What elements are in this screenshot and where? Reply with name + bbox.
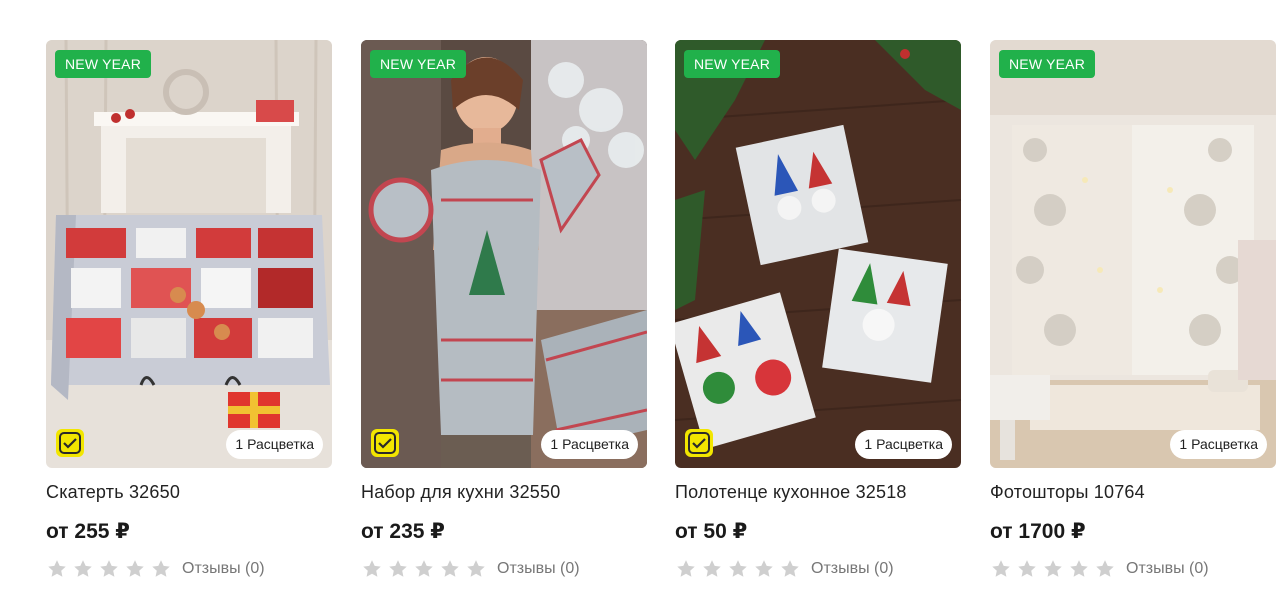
product-card[interactable]: NEW YEAR 1 Расцветка Фотошторы 10764 от … [990,40,1276,580]
product-price: от 50 ₽ [675,520,748,543]
star-icon[interactable] [1042,558,1064,580]
star-icon[interactable] [675,558,697,580]
new-year-badge: NEW YEAR [999,50,1096,78]
star-icon[interactable] [465,558,487,580]
star-icon[interactable] [46,558,68,580]
reviews-link[interactable]: Отзывы (0) [1126,560,1209,578]
product-price: от 235 ₽ [361,520,445,543]
product-card[interactable]: NEW YEAR 1 Расцветка Набор для кухни 325… [361,40,647,580]
reviews-link[interactable]: Отзывы (0) [497,560,580,578]
star-icon[interactable] [98,558,120,580]
color-count-badge: 1 Расцветка [226,430,323,459]
double-check-square-icon [56,429,84,457]
star-icon[interactable] [701,558,723,580]
kitchen-towel-photo [675,40,961,468]
product-grid: NEW YEAR 1 Расцветка Скатерть 32650 от 2… [0,0,1280,613]
product-title[interactable]: Скатерть 32650 [46,482,332,503]
rating-row: Отзывы (0) [46,558,332,580]
reviews-link[interactable]: Отзывы (0) [182,560,265,578]
product-title[interactable]: Полотенце кухонное 32518 [675,482,961,503]
star-icon[interactable] [727,558,749,580]
star-icon[interactable] [439,558,461,580]
rating-row: Отзывы (0) [361,558,647,580]
color-count-badge: 1 Расцветка [855,430,952,459]
product-image[interactable]: NEW YEAR 1 Расцветка [361,40,647,468]
color-count-badge: 1 Расцветка [1170,430,1267,459]
star-icon[interactable] [1094,558,1116,580]
star-icon[interactable] [72,558,94,580]
star-icon[interactable] [1068,558,1090,580]
rating-row: Отзывы (0) [990,558,1276,580]
double-check-square-icon [685,429,713,457]
new-year-badge: NEW YEAR [370,50,467,78]
rating-stars [675,558,801,580]
star-icon[interactable] [413,558,435,580]
rating-stars [990,558,1116,580]
kitchen-set-photo [361,40,647,468]
double-check-square-icon [371,429,399,457]
tablecloth-photo [46,40,332,468]
new-year-badge: NEW YEAR [55,50,152,78]
reviews-link[interactable]: Отзывы (0) [811,560,894,578]
star-icon[interactable] [779,558,801,580]
product-image[interactable]: NEW YEAR 1 Расцветка [990,40,1276,468]
product-price: от 255 ₽ [46,520,130,543]
product-image[interactable]: NEW YEAR 1 Расцветка [675,40,961,468]
product-image[interactable]: NEW YEAR 1 Расцветка [46,40,332,468]
rating-stars [46,558,172,580]
product-title[interactable]: Фотошторы 10764 [990,482,1276,503]
rating-stars [361,558,487,580]
product-card[interactable]: NEW YEAR 1 Расцветка Полотенце кухонное … [675,40,961,580]
star-icon[interactable] [753,558,775,580]
product-title[interactable]: Набор для кухни 32550 [361,482,647,503]
star-icon[interactable] [361,558,383,580]
star-icon[interactable] [387,558,409,580]
color-count-badge: 1 Расцветка [541,430,638,459]
product-price: от 1700 ₽ [990,520,1086,543]
star-icon[interactable] [150,558,172,580]
product-card[interactable]: NEW YEAR 1 Расцветка Скатерть 32650 от 2… [46,40,332,580]
new-year-badge: NEW YEAR [684,50,781,78]
rating-row: Отзывы (0) [675,558,961,580]
photo-curtains-photo [990,40,1276,468]
star-icon[interactable] [1016,558,1038,580]
star-icon[interactable] [990,558,1012,580]
star-icon[interactable] [124,558,146,580]
